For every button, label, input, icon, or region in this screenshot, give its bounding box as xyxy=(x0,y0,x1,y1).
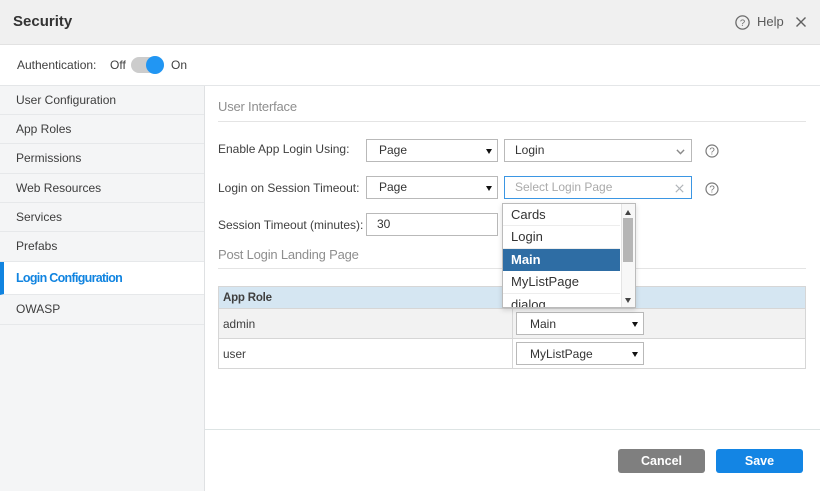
svg-text:?: ? xyxy=(709,147,715,158)
svg-text:?: ? xyxy=(740,18,745,29)
svg-text:?: ? xyxy=(709,185,715,196)
